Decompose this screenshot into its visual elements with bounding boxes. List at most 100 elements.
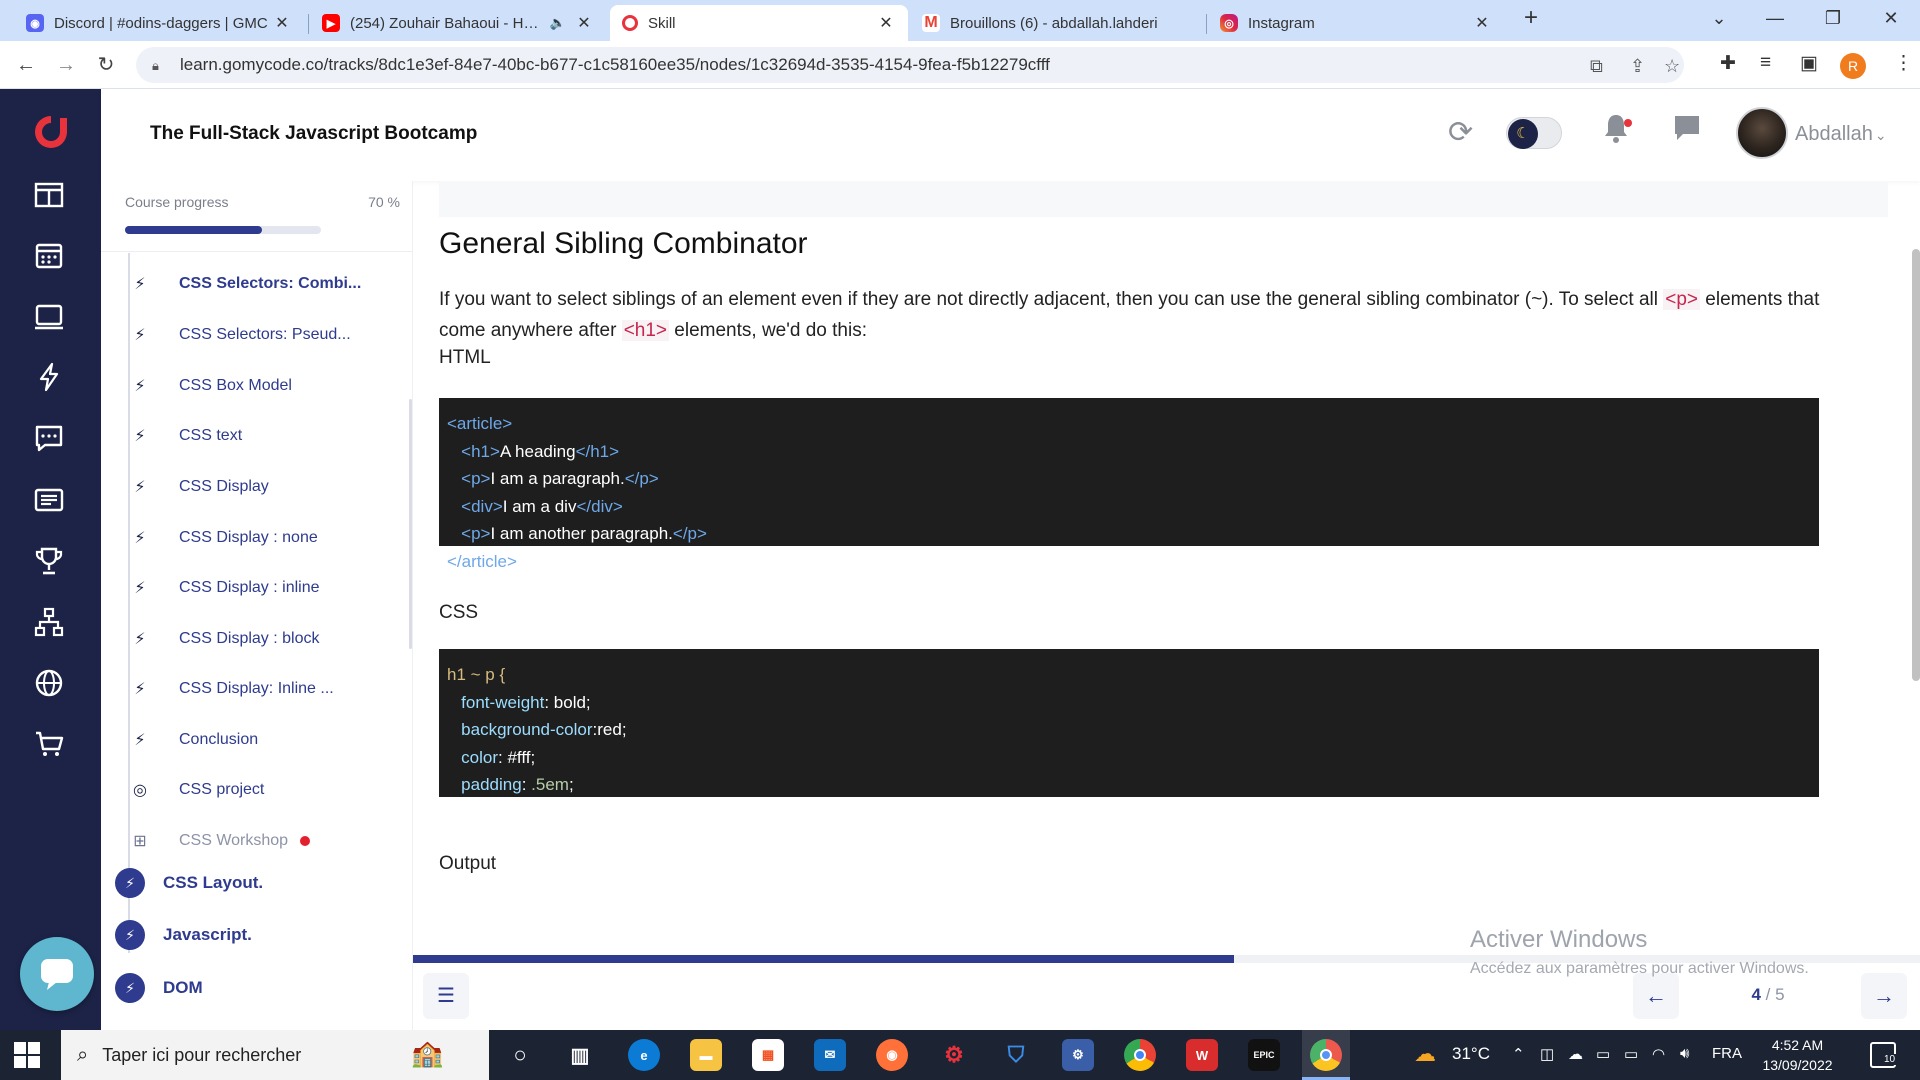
back-arrow-icon[interactable]: ←	[12, 51, 40, 79]
tray-chevron-up-icon[interactable]: ⌃	[1512, 1045, 1525, 1063]
messages-icon[interactable]	[32, 422, 66, 456]
mail-icon[interactable]: ✉	[814, 1039, 846, 1071]
tab-instagram[interactable]: ◎ Instagram ✕	[1208, 5, 1504, 41]
trophy-icon[interactable]	[32, 545, 66, 579]
lesson-item[interactable]: ⚡︎ CSS Display	[125, 475, 395, 499]
store-icon[interactable]: ▦	[752, 1039, 784, 1071]
wifi-icon[interactable]: ◠	[1652, 1045, 1665, 1063]
epic-games-icon[interactable]: EPIC	[1248, 1039, 1280, 1071]
hierarchy-icon[interactable]	[32, 606, 66, 640]
gomycode-logo[interactable]	[30, 111, 72, 153]
speaker-icon[interactable]: 🔈	[550, 15, 566, 31]
volume-icon[interactable]: 🔊︎	[1680, 1045, 1689, 1062]
lesson-item[interactable]: ⚡︎ CSS Display : inline	[125, 576, 395, 600]
code-line: background-color:red;	[447, 716, 1811, 744]
page-scrollbar[interactable]	[1912, 249, 1920, 681]
firefox-icon[interactable]: ◉	[876, 1039, 908, 1071]
bolt-icon[interactable]	[32, 361, 66, 395]
refresh-icon[interactable]: ⟳	[1448, 115, 1473, 150]
next-page-button[interactable]: →	[1861, 973, 1907, 1019]
support-chat-button[interactable]	[20, 937, 94, 1011]
bolt-icon: ⚡︎	[134, 681, 146, 698]
minimize-icon[interactable]: —	[1760, 8, 1790, 29]
cortana-icon[interactable]: ○	[504, 1039, 536, 1071]
close-icon[interactable]: ✕	[272, 13, 292, 33]
notification-bell-icon[interactable]	[1601, 111, 1631, 153]
display-icon[interactable]: ▭	[1596, 1045, 1610, 1063]
lesson-item[interactable]: ⚡︎ CSS Selectors: Pseud...	[125, 323, 395, 347]
lesson-item[interactable]: ◎ CSS project	[125, 778, 395, 802]
media-queue-icon[interactable]: ≡	[1760, 52, 1771, 74]
tab-search-icon[interactable]: ⌄	[1704, 8, 1734, 29]
close-icon[interactable]: ✕	[574, 13, 594, 33]
task-view-icon[interactable]: ▥	[564, 1039, 596, 1071]
forward-arrow-icon[interactable]: →	[52, 51, 80, 79]
edge-icon[interactable]: e	[628, 1039, 660, 1071]
divider	[101, 251, 412, 252]
articles-icon[interactable]	[32, 484, 66, 518]
calendar-icon[interactable]	[32, 239, 66, 273]
game-icon[interactable]: ⚙	[938, 1039, 970, 1071]
clock[interactable]: 4:52 AM 13/09/2022	[1755, 1035, 1840, 1075]
taskbar-search-input[interactable]: ⌕ Taper ici pour rechercher 🏫	[61, 1030, 489, 1080]
lesson-item[interactable]: ⊞ CSS Workshop	[125, 829, 395, 853]
camera-icon[interactable]: ◫	[1540, 1045, 1554, 1063]
remote-desktop-icon[interactable]: ⚙	[1062, 1039, 1094, 1071]
clock-date: 13/09/2022	[1762, 1057, 1833, 1073]
tab-youtube[interactable]: ▶ (254) Zouhair Bahaoui - Hast 🔈 ✕	[310, 5, 606, 41]
battery-icon[interactable]: ▭	[1624, 1045, 1638, 1063]
lesson-item[interactable]: ⚡︎ Conclusion	[125, 728, 395, 752]
module-item[interactable]: ⚡︎ Javascript.	[115, 919, 252, 951]
cloud-icon[interactable]: ☁	[1568, 1045, 1583, 1063]
url-input[interactable]: 🔒︎ learn.gomycode.co/tracks/8dc1e3ef-84e…	[136, 47, 1684, 83]
shield-icon[interactable]: ⛉	[1000, 1039, 1032, 1071]
search-highlight-icon[interactable]: 🏫	[411, 1038, 443, 1069]
close-icon[interactable]: ✕	[876, 13, 896, 33]
bookmark-star-icon[interactable]: ☆	[1664, 56, 1680, 77]
extensions-puzzle-icon[interactable]: ✚	[1720, 52, 1736, 75]
tab-skill[interactable]: Skill ✕	[610, 5, 908, 41]
paragraph-text: elements, we'd do this:	[669, 320, 867, 341]
code-token: background-color	[461, 720, 593, 739]
previous-page-button[interactable]: ←	[1633, 973, 1679, 1019]
lesson-item[interactable]: ⚡︎ CSS Display: Inline ...	[125, 677, 395, 701]
table-of-contents-button[interactable]: ☰	[423, 973, 469, 1019]
avatar[interactable]	[1736, 107, 1788, 159]
module-item[interactable]: ⚡︎ DOM	[115, 972, 203, 1004]
weather-temp[interactable]: 31°C	[1452, 1044, 1490, 1064]
lesson-item[interactable]: ⚡︎ CSS Box Model	[125, 374, 395, 398]
lock-icon: 🔒︎	[152, 58, 159, 73]
office-icon[interactable]: W	[1186, 1039, 1218, 1071]
lesson-item[interactable]: ⚡︎ CSS Selectors: Combi...	[125, 272, 395, 296]
share-icon[interactable]: ⇪	[1630, 56, 1645, 77]
globe-icon[interactable]	[32, 667, 66, 701]
user-menu[interactable]: Abdallah ⌄	[1795, 123, 1887, 146]
reload-icon[interactable]: ↻	[92, 51, 120, 79]
cart-icon[interactable]	[32, 728, 66, 762]
close-icon[interactable]: ✕	[1472, 13, 1492, 33]
code-token: ;	[568, 775, 574, 794]
lesson-item[interactable]: ⚡︎ CSS Display : none	[125, 526, 395, 550]
tab-gmail[interactable]: M Brouillons (6) - abdallah.lahderi	[910, 5, 1206, 41]
translate-icon[interactable]: ⧉	[1590, 56, 1603, 77]
module-item[interactable]: ⚡︎ CSS Layout.	[115, 867, 263, 899]
chat-bubble-icon[interactable]	[1672, 113, 1702, 151]
browser-menu-icon[interactable]: ⋮	[1894, 52, 1913, 75]
dashboard-icon[interactable]	[32, 178, 66, 212]
lesson-item[interactable]: ⚡︎ CSS Display : block	[125, 627, 395, 651]
sidebar-scrollbar[interactable]	[409, 399, 412, 649]
window-close-icon[interactable]: ✕	[1876, 8, 1906, 29]
lesson-item[interactable]: ⚡︎ CSS text	[125, 424, 395, 448]
maximize-icon[interactable]: ❐	[1818, 8, 1848, 29]
notification-center-icon[interactable]: 10	[1870, 1042, 1898, 1068]
chrome-icon[interactable]	[1124, 1039, 1156, 1071]
laptop-icon[interactable]	[32, 300, 66, 334]
side-panel-icon[interactable]: ▣	[1800, 52, 1818, 75]
browser-profile-avatar[interactable]: R	[1840, 53, 1866, 79]
language-indicator[interactable]: FRA	[1712, 1045, 1742, 1062]
windows-start-icon[interactable]	[14, 1042, 40, 1068]
file-explorer-icon[interactable]: ▬	[690, 1039, 722, 1071]
tab-discord[interactable]: ◉ Discord | #odins-daggers | GMC ✕	[14, 5, 304, 41]
dark-mode-toggle[interactable]: ☾	[1506, 117, 1562, 149]
new-tab-button[interactable]: +	[1516, 4, 1546, 32]
